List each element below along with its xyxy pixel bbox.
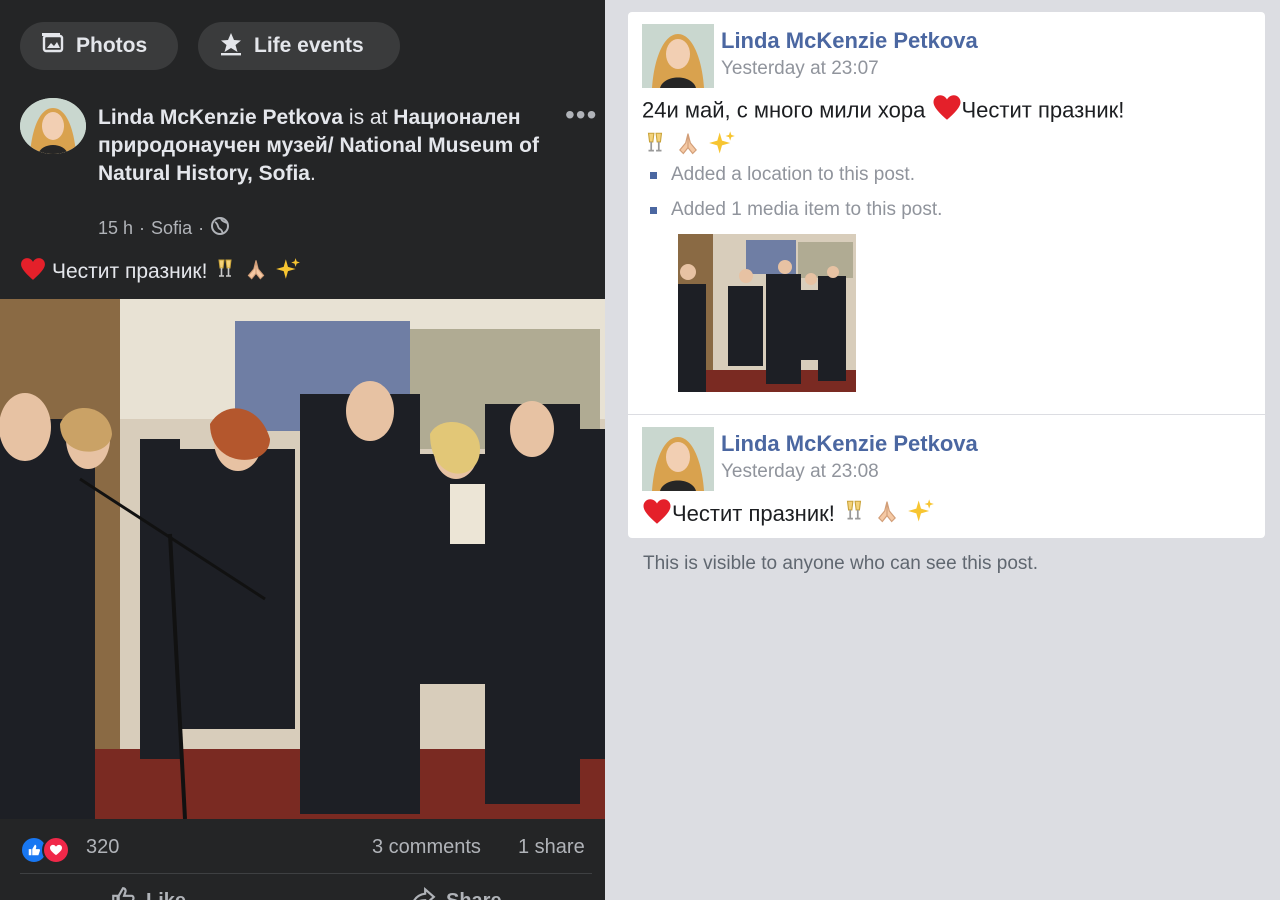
shares-count[interactable]: 1 share [518, 836, 585, 859]
entry-text: Честит празник! [642, 497, 935, 533]
share-arrow-icon [410, 885, 436, 900]
entry-text-part: Честит празник! [961, 97, 1125, 123]
post-header: Linda McKenzie Petkova is at Национален … [98, 104, 558, 188]
thumbs-up-icon [110, 885, 136, 900]
praying-hands-icon [674, 129, 702, 165]
entry-avatar[interactable] [642, 24, 714, 88]
meta-separator: · [198, 218, 205, 238]
change-text: Added a location to this post. [671, 164, 915, 185]
entry-text: 24и май, с много мили хора Честит празни… [642, 94, 1242, 165]
visibility-note: This is visible to anyone who can see th… [643, 553, 1038, 574]
like-label: Like [146, 890, 186, 900]
edit-history-panel: Linda McKenzie Petkova Yesterday at 23:0… [620, 0, 1280, 900]
like-button[interactable]: Like [110, 885, 186, 900]
meta-separator: · [139, 218, 146, 238]
post-location[interactable]: Sofia [151, 218, 192, 239]
praying-hands-icon [873, 497, 901, 533]
is-at-text: is at [348, 106, 388, 129]
entry-timestamp: Yesterday at 23:07 [721, 58, 879, 79]
author-avatar[interactable] [20, 98, 86, 154]
love-reaction-icon [42, 836, 70, 864]
entry-author-name[interactable]: Linda McKenzie Petkova [721, 431, 978, 457]
action-divider [20, 873, 592, 874]
change-item: Added a location to this post. [650, 164, 915, 186]
globe-icon [210, 216, 230, 241]
star-icon [218, 30, 244, 62]
champagne-icon [642, 130, 668, 164]
edit-history-card: Linda McKenzie Petkova Yesterday at 23:0… [628, 12, 1265, 538]
author-name[interactable]: Linda McKenzie Petkova [98, 106, 343, 129]
more-options-icon[interactable]: ••• [565, 101, 597, 129]
comments-count[interactable]: 3 comments [372, 836, 481, 859]
champagne-icon [213, 257, 237, 287]
post-photo[interactable] [0, 299, 605, 819]
entry-avatar[interactable] [642, 427, 714, 491]
entry-text-part: 24и май, с много мили хора [642, 97, 926, 123]
heart-icon [20, 257, 46, 287]
sparkles-icon [708, 129, 736, 165]
bullet-icon [650, 171, 657, 179]
champagne-icon [841, 498, 867, 532]
photos-icon [40, 30, 66, 62]
added-media-thumbnail[interactable] [678, 234, 856, 392]
reaction-icons[interactable] [20, 836, 70, 864]
bullet-icon [650, 206, 657, 214]
period-text: . [310, 162, 316, 185]
post-time[interactable]: 15 h [98, 218, 133, 239]
photos-chip-label: Photos [76, 34, 148, 57]
reaction-count[interactable]: 320 [86, 836, 119, 859]
sparkles-icon [275, 256, 301, 288]
photos-chip[interactable]: Photos [20, 22, 178, 70]
sparkles-icon [907, 497, 935, 533]
life-events-chip-label: Life events [254, 34, 364, 57]
post-caption: Честит празник! [20, 256, 301, 288]
entry-text-part: Честит празник! [672, 500, 835, 526]
change-text: Added 1 media item to this post. [671, 199, 943, 220]
mobile-post-panel: Photos Life events Linda McKenzie Petkov… [0, 0, 605, 900]
caption-text: Честит празник! [52, 260, 208, 283]
entry-divider [628, 414, 1265, 415]
heart-icon [932, 94, 962, 129]
heart-icon [642, 498, 672, 533]
entry-timestamp: Yesterday at 23:08 [721, 461, 879, 482]
praying-hands-icon [243, 256, 269, 288]
share-label: Share [446, 890, 502, 900]
life-events-chip[interactable]: Life events [198, 22, 400, 70]
post-stats: 320 3 comments 1 share [0, 820, 605, 875]
post-meta: 15 h · Sofia · [98, 216, 230, 241]
entry-author-name[interactable]: Linda McKenzie Petkova [721, 28, 978, 54]
share-button[interactable]: Share [410, 885, 502, 900]
change-item: Added 1 media item to this post. [650, 199, 942, 221]
